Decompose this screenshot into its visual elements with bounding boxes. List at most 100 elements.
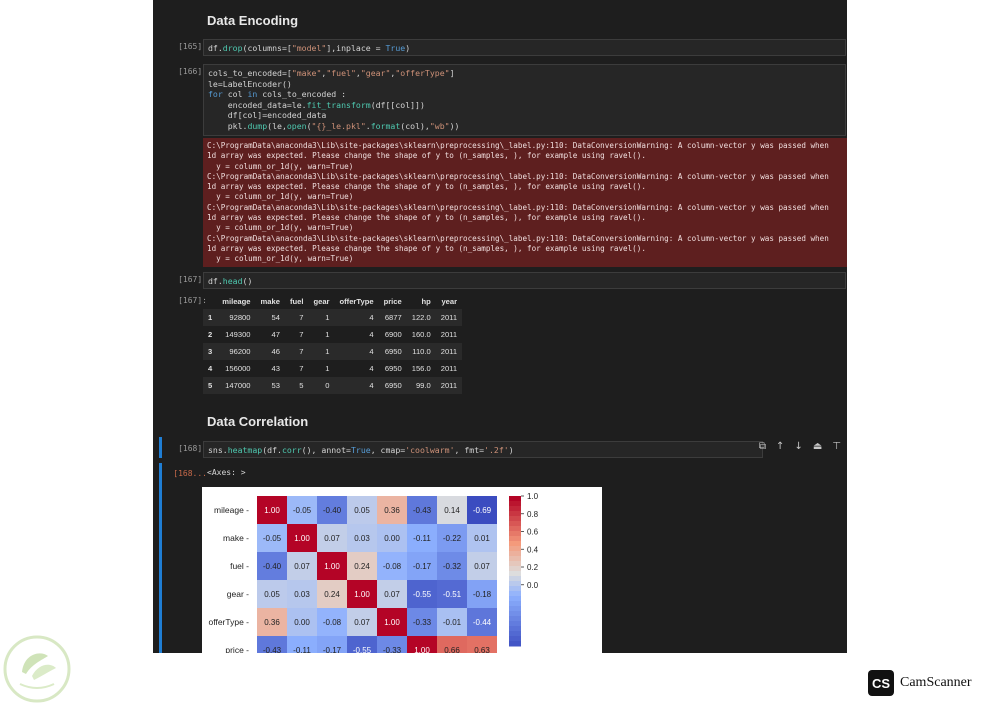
colorbar-segment bbox=[509, 556, 521, 562]
heatmap-value-label: -0.22 bbox=[443, 534, 462, 543]
heatmap-row-label: make - bbox=[223, 533, 249, 543]
table-cell: 156000 bbox=[225, 364, 251, 373]
heatmap-value-label: -0.43 bbox=[263, 646, 282, 653]
heatmap-value-label: 0.36 bbox=[264, 618, 280, 627]
heatmap-value-label: 0.05 bbox=[354, 506, 370, 515]
insert-below-icon[interactable]: ⊤ bbox=[832, 441, 841, 452]
colorbar-segment bbox=[509, 516, 521, 522]
code-cell-165[interactable]: df.drop(columns=["model"],inplace = True… bbox=[203, 39, 846, 56]
colorbar-segment bbox=[509, 591, 521, 597]
heatmap-value-label: -0.69 bbox=[473, 506, 492, 515]
heatmap-value-label: -0.43 bbox=[413, 506, 432, 515]
heatmap-value-label: 0.07 bbox=[294, 562, 310, 571]
heatmap-value-label: 1.00 bbox=[354, 590, 370, 599]
colorbar-segment bbox=[509, 511, 521, 517]
table-cell: 43 bbox=[271, 364, 280, 373]
table-cell: 3 bbox=[208, 347, 213, 356]
heatmap-value-label: -0.17 bbox=[323, 646, 342, 653]
heatmap-value-label: 0.36 bbox=[384, 506, 400, 515]
table-cell: 4 bbox=[369, 330, 374, 339]
table-row: 5 147000 53 5 0 4 6950 99.0 2011 bbox=[203, 377, 463, 394]
table-cell: 5 bbox=[208, 381, 213, 390]
table-cell: 156.0 bbox=[411, 364, 431, 373]
code-cell-166[interactable]: cols_to_encoded=["make","fuel","gear","o… bbox=[203, 64, 846, 136]
table-cell: 2011 bbox=[440, 313, 458, 322]
arrow-up-icon[interactable]: ↑ bbox=[776, 441, 784, 452]
column-header: price bbox=[383, 296, 402, 306]
cell-prompt-167: [167]: bbox=[178, 275, 207, 284]
column-header: year bbox=[441, 296, 458, 306]
heatmap-value-label: -0.51 bbox=[443, 590, 462, 599]
colorbar-segment bbox=[509, 636, 521, 642]
warning-line: y = column_or_1d(y, warn=True) bbox=[207, 223, 354, 233]
heatmap-value-label: -0.18 bbox=[473, 590, 492, 599]
warning-line: y = column_or_1d(y, warn=True) bbox=[207, 161, 354, 171]
table-cell: 4 bbox=[208, 364, 213, 373]
table-cell: 6950 bbox=[384, 381, 402, 390]
table-cell: 4 bbox=[369, 381, 374, 390]
heatmap-row-label: gear - bbox=[227, 589, 249, 599]
cell-prompt-168: [168]: bbox=[178, 444, 207, 453]
heatmap-value-label: -0.11 bbox=[413, 534, 431, 543]
heatmap-value-label: 0.00 bbox=[384, 534, 400, 543]
arrow-down-icon[interactable]: ↓ bbox=[794, 441, 802, 452]
column-header: mileage bbox=[222, 296, 251, 306]
code-line: df.head() bbox=[208, 276, 253, 286]
code-line: df.drop(columns=["model"],inplace = True… bbox=[208, 43, 411, 53]
section-title-encoding: Data Encoding bbox=[207, 13, 299, 28]
heatmap-row-label: fuel - bbox=[230, 561, 249, 571]
cell-prompt-166: [166]: bbox=[178, 67, 207, 76]
insert-above-icon[interactable]: ⏏ bbox=[813, 441, 822, 452]
heatmap-value-label: 0.03 bbox=[354, 534, 370, 543]
code-cell-168[interactable]: sns.heatmap(df.corr(), annot=True, cmap=… bbox=[203, 441, 763, 458]
column-header: hp bbox=[421, 296, 431, 306]
colorbar-segment bbox=[509, 506, 521, 512]
table-cell: 1 bbox=[208, 313, 213, 322]
code-cell-167[interactable]: df.head() bbox=[203, 272, 846, 289]
table-cell: 4 bbox=[369, 313, 374, 322]
colorbar-segment bbox=[509, 536, 521, 542]
code-line: le=LabelEncoder() bbox=[208, 78, 292, 89]
column-header bbox=[203, 293, 217, 309]
warning-line: 1d array was expected. Please change the… bbox=[207, 243, 646, 253]
heatmap-figure: mileage - 1.00 -0.05 -0.40 0.05 0.36 -0.43 0.14… bbox=[202, 487, 602, 653]
code-line: sns.heatmap(df.corr(), annot=True, cmap=… bbox=[208, 445, 514, 455]
table-cell: 160.0 bbox=[411, 330, 431, 339]
copy-icon[interactable]: ⧉ bbox=[759, 441, 766, 452]
axes-output-text: <Axes: > bbox=[207, 468, 246, 477]
colorbar-segment bbox=[509, 521, 521, 527]
colorbar-segment bbox=[509, 616, 521, 622]
table-cell: 6900 bbox=[384, 330, 402, 339]
table-cell: 4 bbox=[369, 347, 374, 356]
warning-line: y = column_or_1d(y, warn=True) bbox=[207, 192, 354, 202]
heatmap-value-label: -0.32 bbox=[443, 562, 462, 571]
colorbar-segment bbox=[509, 626, 521, 632]
table-cell: 53 bbox=[271, 381, 280, 390]
code-line: for col in cols_to_encoded : bbox=[208, 89, 347, 99]
active-cell-bar bbox=[159, 437, 162, 458]
heatmap-value-label: 1.00 bbox=[384, 618, 400, 627]
table-cell: 2011 bbox=[440, 381, 458, 390]
heatmap-value-label: 0.63 bbox=[474, 646, 490, 653]
table-row: 2 149300 47 7 1 4 6900 160.0 2011 bbox=[203, 326, 462, 343]
heatmap-value-label: 0.66 bbox=[444, 646, 460, 653]
output-cell-bar bbox=[159, 463, 162, 653]
warning-line: 1d array was expected. Please change the… bbox=[207, 182, 646, 192]
heatmap-value-label: 0.24 bbox=[354, 562, 370, 571]
colorbar-tick-label: 0.4 bbox=[527, 545, 539, 554]
colorbar-tick-label: 0.8 bbox=[527, 510, 539, 519]
heatmap-value-label: -0.11 bbox=[293, 646, 311, 653]
table-cell: 6950 bbox=[384, 364, 402, 373]
table-cell: 2011 bbox=[440, 347, 458, 356]
heatmap-value-label: -0.44 bbox=[473, 618, 492, 627]
heatmap-value-label: 0.07 bbox=[384, 590, 400, 599]
warning-line: C:\ProgramData\anaconda3\Lib\site-packag… bbox=[207, 202, 829, 212]
heatmap-value-label: 0.14 bbox=[444, 506, 460, 515]
table-cell: 96200 bbox=[229, 347, 251, 356]
code-line: cols_to_encoded=["make","fuel","gear","o… bbox=[208, 68, 455, 78]
warning-line: C:\ProgramData\anaconda3\Lib\site-packag… bbox=[207, 171, 829, 181]
heatmap-value-label: 1.00 bbox=[414, 646, 430, 653]
colorbar-segment bbox=[509, 576, 521, 582]
colorbar-segment bbox=[509, 526, 521, 532]
column-header: gear bbox=[313, 296, 330, 306]
